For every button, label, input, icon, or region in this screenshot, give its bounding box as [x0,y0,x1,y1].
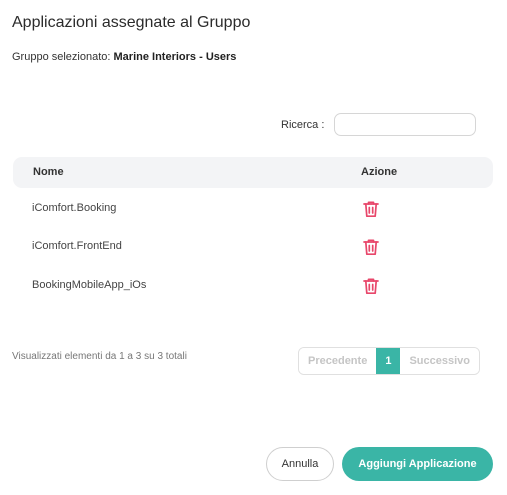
cancel-button[interactable]: Annulla [266,447,334,481]
column-header-action: Azione [361,166,398,178]
selected-group: Gruppo selezionato: Marine Interiors - U… [12,51,236,63]
next-page-button[interactable]: Successivo [400,348,479,374]
page-1-button[interactable]: 1 [376,348,401,374]
pagination-info: Visualizzati elementi da 1 a 3 su 3 tota… [12,351,187,362]
search-input[interactable] [334,113,476,136]
app-name: BookingMobileApp_iOs [32,279,147,291]
table-row: iComfort.Booking [13,190,493,228]
add-application-button[interactable]: Aggiungi Applicazione [342,447,493,481]
column-header-name: Nome [33,166,64,178]
trash-icon[interactable] [361,237,381,257]
trash-icon[interactable] [361,199,381,219]
table-header: Nome Azione [13,157,493,188]
selected-group-name: Marine Interiors - Users [113,51,237,63]
page-title: Applicazioni assegnate al Gruppo [12,14,251,31]
selected-group-label: Gruppo selezionato: [12,51,111,63]
previous-page-button[interactable]: Precedente [299,348,377,374]
app-name: iComfort.Booking [32,202,117,214]
trash-icon[interactable] [361,276,381,296]
table-row: BookingMobileApp_iOs [13,267,493,305]
pagination: Precedente 1 Successivo [298,347,480,375]
table-row: iComfort.FrontEnd [13,228,493,266]
app-name: iComfort.FrontEnd [32,240,122,252]
search-label: Ricerca : [281,119,325,131]
